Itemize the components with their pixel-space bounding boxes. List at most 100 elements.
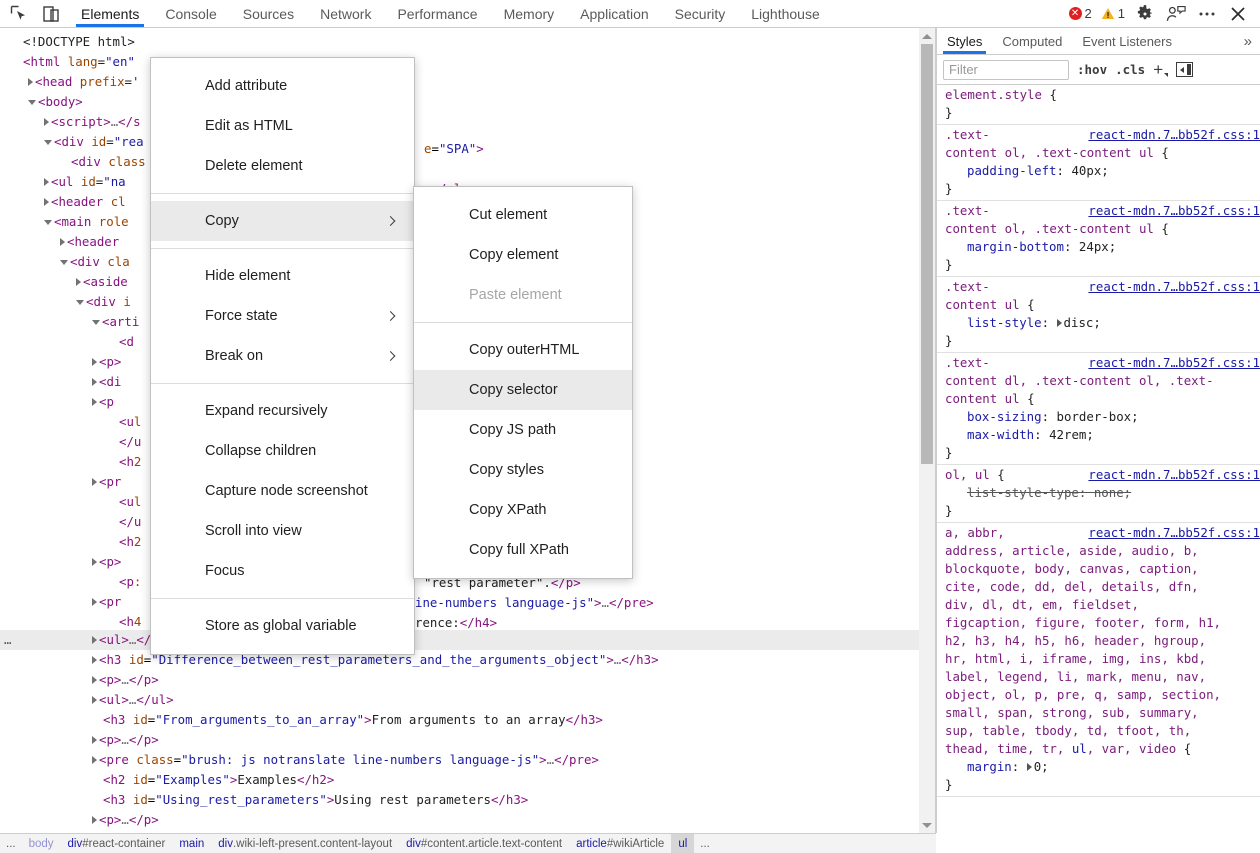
dom-node-row[interactable]: <p>…</p> — [0, 670, 936, 690]
style-declaration[interactable]: margin-bottom: 24px; — [945, 238, 1260, 256]
expand-node-icon[interactable] — [44, 177, 49, 186]
style-rule[interactable]: .text-content dl, .text-content ol, .tex… — [937, 353, 1260, 465]
tab-memory[interactable]: Memory — [491, 0, 568, 27]
styles-filter-input[interactable]: Filter — [943, 59, 1069, 80]
error-count-badge[interactable]: ✕ 2 — [1066, 6, 1095, 21]
style-declaration[interactable]: padding-left: 40px; — [945, 162, 1260, 180]
element-classes-button[interactable]: .cls — [1115, 62, 1145, 77]
collapse-node-icon[interactable] — [60, 259, 68, 265]
breadcrumb-overflow-right[interactable]: ... — [694, 838, 716, 850]
menu-item-scroll-into-view[interactable]: Scroll into view — [151, 511, 414, 551]
scrollbar-thumb[interactable] — [921, 44, 933, 464]
styles-tab-computed[interactable]: Computed — [992, 28, 1072, 54]
declaration-value[interactable]: none — [1094, 485, 1124, 500]
tab-performance[interactable]: Performance — [384, 0, 490, 27]
expand-node-icon[interactable] — [92, 377, 97, 386]
menu-item-capture-node-screenshot[interactable]: Capture node screenshot — [151, 471, 414, 511]
submenu-item-copy-selector[interactable]: Copy selector — [414, 370, 632, 410]
dom-node-row[interactable]: <pre class="brush: js notranslate line-n… — [0, 750, 936, 770]
submenu-item-copy-outerhtml[interactable]: Copy outerHTML — [414, 330, 632, 370]
dom-tree-lower-rows[interactable]: …<ul>…</ul> == $0<h3 id="Difference_betw… — [0, 630, 936, 830]
tab-elements[interactable]: Elements — [68, 0, 153, 27]
collapse-node-icon[interactable] — [76, 299, 84, 305]
dom-node-row[interactable]: <html lang="en" — [0, 52, 936, 72]
style-rule-source-link[interactable]: react-mdn.7…bb52f.css:1 — [1088, 278, 1260, 296]
declaration-name[interactable]: box-sizing — [967, 409, 1042, 424]
style-rule[interactable]: a, abbr, address, article, aside, audio, … — [937, 523, 1260, 797]
style-declaration[interactable]: box-sizing: border-box; — [945, 408, 1260, 426]
device-toolbar-icon[interactable] — [38, 1, 64, 27]
breadcrumb-overflow-left[interactable]: ... — [0, 838, 22, 850]
declaration-value[interactable]: 24px — [1079, 239, 1109, 254]
style-rule-source-link[interactable]: react-mdn.7…bb52f.css:1 — [1088, 354, 1260, 372]
node-overflow-ellipsis[interactable]: … — [4, 630, 11, 650]
style-rule-selector[interactable]: ol, ul {react-mdn.7…bb52f.css:1 — [945, 466, 1260, 484]
dom-node-row[interactable]: <h3 id="Difference_between_rest_paramete… — [0, 650, 936, 670]
style-rule-selector[interactable]: .text-content ol, .text-content ul {reac… — [945, 126, 1260, 162]
declaration-value[interactable]: 42rem — [1049, 427, 1086, 442]
collapse-node-icon[interactable] — [92, 319, 100, 325]
collapse-node-icon[interactable] — [28, 99, 36, 105]
declaration-name[interactable]: margin-bottom — [967, 239, 1064, 254]
scroll-up-arrow-icon[interactable] — [919, 28, 935, 44]
styles-rules-list[interactable]: element.style {} .text-content ol, .text-… — [937, 85, 1260, 853]
declaration-name[interactable]: padding-left — [967, 163, 1057, 178]
expand-node-icon[interactable] — [92, 357, 97, 366]
element-context-menu[interactable]: Add attribute Edit as HTML Delete element C… — [150, 57, 415, 655]
submenu-item-copy-xpath[interactable]: Copy XPath — [414, 490, 632, 530]
style-rule-source-link[interactable]: react-mdn.7…bb52f.css:1 — [1088, 126, 1260, 144]
style-rule[interactable]: ol, ul {react-mdn.7…bb52f.css:1 list-styl… — [937, 465, 1260, 523]
menu-item-hide-element[interactable]: Hide element — [151, 256, 414, 296]
style-rule[interactable]: .text-content ol, .text-content ul {reac… — [937, 201, 1260, 277]
dom-node-row-selected[interactable]: …<ul>…</ul> == $0 — [0, 630, 936, 650]
dom-node-row[interactable]: <script>…</s — [0, 112, 936, 132]
style-rule-selector[interactable]: .text-content ul {react-mdn.7…bb52f.css:… — [945, 278, 1260, 314]
dom-node-row[interactable]: <head prefix=' — [0, 72, 936, 92]
style-declaration[interactable]: max-width: 42rem; — [945, 426, 1260, 444]
menu-item-force-state[interactable]: Force state — [151, 296, 414, 336]
tab-sources[interactable]: Sources — [230, 0, 307, 27]
expand-node-icon[interactable] — [92, 755, 97, 764]
submenu-item-copy-element[interactable]: Copy element — [414, 235, 632, 275]
expand-node-icon[interactable] — [92, 635, 97, 644]
style-rule-selector[interactable]: element.style { — [945, 86, 1260, 104]
menu-item-copy[interactable]: Copy — [151, 201, 414, 241]
expand-node-icon[interactable] — [92, 655, 97, 664]
style-rule-selector[interactable]: .text-content dl, .text-content ol, .tex… — [945, 354, 1260, 408]
submenu-item-copy-full-xpath[interactable]: Copy full XPath — [414, 530, 632, 570]
declaration-name[interactable]: margin — [967, 759, 1012, 774]
dom-node-row[interactable]: <h3 id="Using_rest_parameters">Using res… — [0, 790, 936, 810]
menu-item-add-attribute[interactable]: Add attribute — [151, 66, 414, 106]
breadcrumb-item-div[interactable]: div .wiki-left-present.content-layout — [211, 834, 399, 853]
expand-node-icon[interactable] — [92, 695, 97, 704]
declaration-value[interactable]: 0 — [1034, 759, 1041, 774]
tab-network[interactable]: Network — [307, 0, 384, 27]
dom-node-row[interactable]: <p>…</p> — [0, 810, 936, 830]
breadcrumb-item-main[interactable]: main — [172, 834, 211, 853]
declaration-name[interactable]: list-style-type — [967, 485, 1079, 500]
tab-lighthouse[interactable]: Lighthouse — [738, 0, 833, 27]
dom-node-row-fragment[interactable]: e="SPA"> — [424, 139, 484, 159]
close-devtools-icon[interactable] — [1224, 1, 1252, 27]
expand-node-icon[interactable] — [44, 117, 49, 126]
styles-tab-event-listeners[interactable]: Event Listeners — [1072, 28, 1182, 54]
declaration-value[interactable]: disc — [1064, 315, 1094, 330]
expand-node-icon[interactable] — [92, 675, 97, 684]
more-options-icon[interactable] — [1193, 1, 1221, 27]
declaration-name[interactable]: list-style — [967, 315, 1042, 330]
breadcrumb-item-body[interactable]: body — [22, 834, 61, 853]
tab-security[interactable]: Security — [662, 0, 739, 27]
breadcrumb-item-ul[interactable]: ul — [671, 834, 695, 853]
submenu-item-cut-element[interactable]: Cut element — [414, 195, 632, 235]
inspect-element-icon[interactable] — [6, 1, 32, 27]
dom-node-row[interactable]: <!DOCTYPE html> — [0, 32, 936, 52]
dom-breadcrumb[interactable]: ... body div #react-container main div .wiki-… — [0, 833, 936, 853]
dom-node-row-fragment[interactable]: ine-numbers language-js">…</pre> — [415, 593, 654, 613]
collapse-node-icon[interactable] — [44, 139, 52, 145]
style-rule-source-link[interactable]: react-mdn.7…bb52f.css:1 — [1088, 202, 1260, 220]
user-feedback-icon[interactable] — [1162, 1, 1190, 27]
style-declaration[interactable]: list-style: disc; — [945, 314, 1260, 332]
breadcrumb-item-div[interactable]: div #content.article.text-content — [399, 834, 569, 853]
menu-item-collapse-children[interactable]: Collapse children — [151, 431, 414, 471]
style-rule-selector[interactable]: .text-content ol, .text-content ul {reac… — [945, 202, 1260, 238]
